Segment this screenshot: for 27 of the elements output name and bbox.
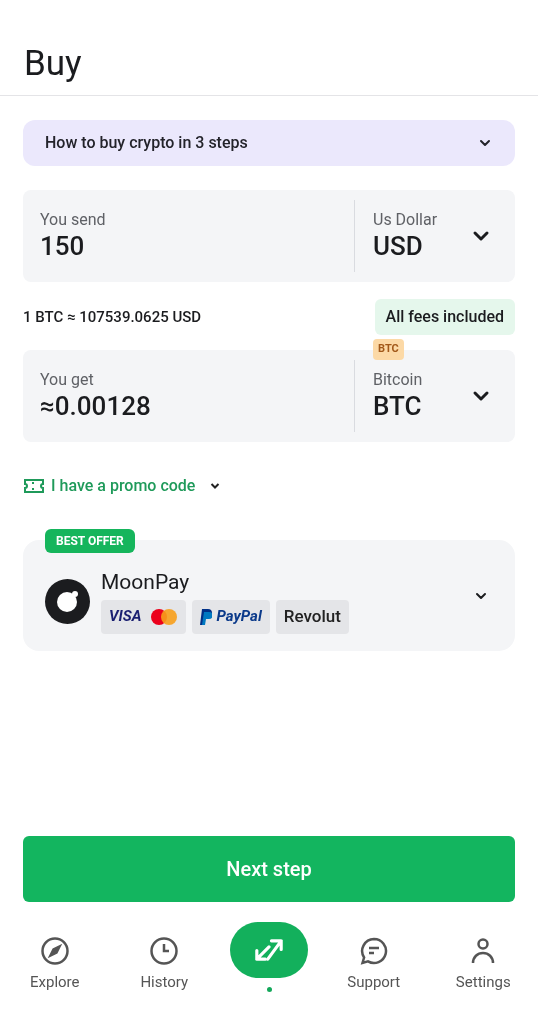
currency-selector[interactable]: Us Dollar USD (355, 190, 515, 282)
swap-button[interactable] (230, 922, 308, 978)
fees-badge: All fees included (374, 299, 515, 335)
paypal-icon (199, 608, 212, 625)
best-offer-badge: BEST OFFER (45, 529, 135, 553)
clock-icon (149, 936, 180, 966)
chat-bubble-icon (358, 936, 389, 966)
swap-arrows-icon (255, 939, 283, 961)
nav-tab[interactable]: Settings (428, 922, 538, 994)
payment-method-badge: Revolut (275, 599, 349, 634)
nav-tab[interactable]: Explore (0, 922, 110, 994)
page-title: Buy (24, 46, 82, 81)
guide-dropdown[interactable]: How to buy crypto in 3 steps (23, 120, 515, 166)
compass-icon (39, 936, 70, 966)
network-badge: BTC (373, 339, 404, 360)
amount-field[interactable]: You send 150 (23, 190, 354, 282)
amount-field[interactable]: You get ≈0.00128 (23, 350, 354, 442)
exchange-rate: 1 BTC ≈ 107539.0625 USD (23, 306, 202, 328)
provider-name: MoonPay (101, 569, 191, 596)
provider-logo-icon (45, 579, 90, 624)
promo-code-toggle[interactable]: I have a promo code (23, 474, 222, 498)
payment-method-badge: PayPal (191, 599, 270, 634)
payment-method-badge: VISA (101, 599, 186, 634)
ticket-icon (23, 478, 45, 494)
nav-tab[interactable]: History (109, 922, 219, 994)
nav-tab[interactable]: Support (319, 922, 429, 994)
mastercard-icon (149, 607, 178, 626)
